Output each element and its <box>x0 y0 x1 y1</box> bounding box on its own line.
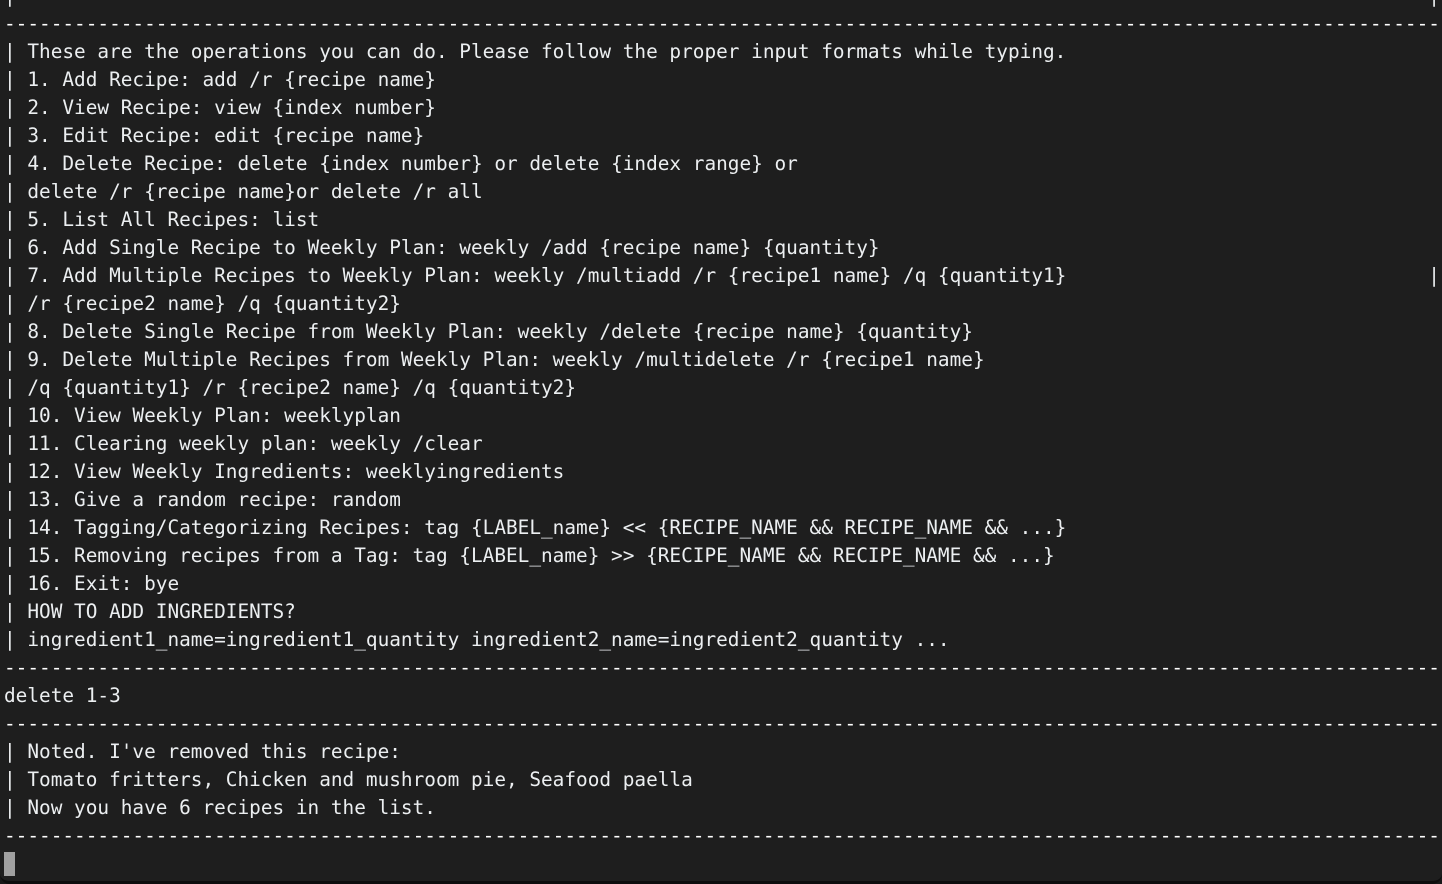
help-ingredients-format: | ingredient1_name=ingredient1_quantity … <box>4 628 1442 651</box>
separator-line-after-command: ----------------------------------------… <box>4 712 1442 735</box>
help-line-4-cont: | delete /r {recipe name}or delete /r al… <box>4 180 1442 203</box>
help-line-9: | 9. Delete Multiple Recipes from Weekly… <box>4 348 1442 371</box>
response-line-removed-recipes: | Tomato fritters, Chicken and mushroom … <box>4 768 1442 791</box>
help-intro-line: | These are the operations you can do. P… <box>4 40 1442 63</box>
help-line-7: | 7. Add Multiple Recipes to Weekly Plan… <box>4 264 1440 287</box>
help-line-10: | 10. View Weekly Plan: weeklyplan | <box>4 404 1442 427</box>
separator-line-after-help: ----------------------------------------… <box>4 656 1442 679</box>
help-line-7-cont: | /r {recipe2 name} /q {quantity2} | <box>4 292 1442 315</box>
terminal-output-area[interactable]: | | ------------------------------------… <box>0 0 1442 881</box>
help-line-6: | 6. Add Single Recipe to Weekly Plan: w… <box>4 236 1442 259</box>
help-line-2: | 2. View Recipe: view {index number} | <box>4 96 1442 119</box>
command-input-line[interactable] <box>0 850 1442 878</box>
help-line-9-cont: | /q {quantity1} /r {recipe2 name} /q {q… <box>4 376 1442 399</box>
text-cursor <box>4 852 15 876</box>
separator-line-bottom: ----------------------------------------… <box>4 824 1442 847</box>
help-line-4: | 4. Delete Recipe: delete {index number… <box>4 152 1442 175</box>
help-line-3: | 3. Edit Recipe: edit {recipe name} | <box>4 124 1442 147</box>
help-line-16: | 16. Exit: bye | <box>4 572 1442 595</box>
help-line-12: | 12. View Weekly Ingredients: weeklying… <box>4 460 1442 483</box>
help-line-14: | 14. Tagging/Categorizing Recipes: tag … <box>4 516 1442 539</box>
partial-top-line: | | <box>0 0 1442 10</box>
user-command-echo: delete 1-3 <box>4 684 121 707</box>
help-line-8: | 8. Delete Single Recipe from Weekly Pl… <box>4 320 1442 343</box>
terminal-window[interactable]: | | ------------------------------------… <box>0 0 1442 884</box>
help-line-15: | 15. Removing recipes from a Tag: tag {… <box>4 544 1442 567</box>
help-line-13: | 13. Give a random recipe: random | <box>4 488 1442 511</box>
help-line-1: | 1. Add Recipe: add /r {recipe name} | <box>4 68 1442 91</box>
response-line-noted: | Noted. I've removed this recipe: | <box>4 740 1442 763</box>
response-line-remaining-count: | Now you have 6 recipes in the list. | <box>4 796 1442 819</box>
help-line-11: | 11. Clearing weekly plan: weekly /clea… <box>4 432 1442 455</box>
help-line-5: | 5. List All Recipes: list | <box>4 208 1442 231</box>
help-ingredients-heading: | HOW TO ADD INGREDIENTS? | <box>4 600 1442 623</box>
separator-line-top: ----------------------------------------… <box>4 12 1442 35</box>
partial-top-line-clip: | | <box>0 0 1442 10</box>
